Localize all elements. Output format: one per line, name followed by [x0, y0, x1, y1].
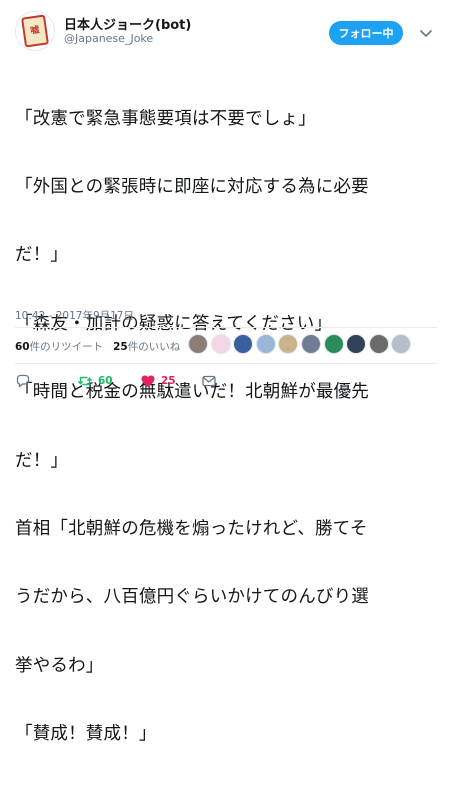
- retweet-count: 60: [98, 375, 113, 387]
- tweet-line: 「賛成！賛成！」: [15, 724, 157, 745]
- tweet-line: 挙やるわ」: [15, 655, 104, 676]
- divider: [15, 327, 437, 328]
- liker-avatar[interactable]: [300, 334, 321, 354]
- liker-avatar[interactable]: [346, 334, 367, 354]
- tweet-line: だ！」: [15, 450, 69, 471]
- liker-avatar[interactable]: [278, 334, 299, 354]
- like-button[interactable]: 25: [140, 372, 176, 390]
- retweet-stat-count: 60: [15, 341, 30, 353]
- tweet-line: 首相「北朝鮮の危機を煽ったけれど、勝てそ: [15, 518, 368, 539]
- tweet-card: 嘘 日本人ジョーク(bot) @Japanese_Joke フォロー中 「改憲で…: [0, 0, 450, 744]
- tweet-line: うだから、八百億円ぐらいかけてのんびり選: [15, 587, 369, 608]
- follow-button[interactable]: フォロー中: [329, 21, 403, 45]
- liker-avatar[interactable]: [233, 334, 254, 354]
- reply-button[interactable]: [15, 372, 31, 390]
- tweet-text: 「改憲で緊急事態要項は不要でしょ」 「外国との緊張時に即座に対応する為に必要 だ…: [15, 62, 440, 792]
- user-handle[interactable]: @Japanese_Joke: [64, 32, 153, 45]
- divider: [15, 363, 437, 364]
- heart-icon: [141, 375, 155, 387]
- avatar[interactable]: 嘘: [15, 11, 55, 51]
- tweet-line: だ！」: [15, 245, 69, 266]
- tweet-timestamp[interactable]: 10:42 - 2017年9月17日: [15, 308, 134, 323]
- like-stat-count: 25: [113, 341, 128, 353]
- liker-avatar[interactable]: [210, 334, 231, 354]
- like-count: 25: [161, 375, 176, 387]
- liker-avatars: [188, 334, 414, 354]
- reply-icon: [16, 374, 30, 388]
- avatar-text: 嘘: [29, 24, 41, 37]
- like-stat[interactable]: 25件のいいね: [113, 341, 180, 353]
- tweet-stats: 60件のリツイート 25件のいいね: [15, 339, 180, 354]
- retweet-stat-label: 件のリツイート: [29, 341, 104, 353]
- envelope-icon: [202, 375, 216, 387]
- retweet-icon: [78, 376, 92, 386]
- retweet-stat[interactable]: 60件のリツイート: [15, 341, 103, 353]
- avatar-tile: 嘘: [21, 14, 49, 48]
- direct-message-button[interactable]: [201, 372, 217, 390]
- liker-avatar[interactable]: [391, 334, 412, 354]
- tweet-actions: 60 25: [15, 372, 315, 392]
- liker-avatar[interactable]: [188, 334, 208, 354]
- chevron-down-icon[interactable]: [418, 25, 434, 41]
- display-name[interactable]: 日本人ジョーク(bot): [64, 14, 191, 33]
- retweet-button[interactable]: 60: [77, 372, 113, 390]
- like-stat-label: 件のいいね: [127, 341, 181, 353]
- liker-avatar[interactable]: [255, 334, 276, 354]
- liker-avatar[interactable]: [368, 334, 389, 354]
- tweet-line: 「外国との緊張時に即座に対応する為に必要: [15, 176, 369, 197]
- tweet-line: 「改憲で緊急事態要項は不要でしょ」: [15, 108, 316, 129]
- liker-avatar[interactable]: [323, 334, 344, 354]
